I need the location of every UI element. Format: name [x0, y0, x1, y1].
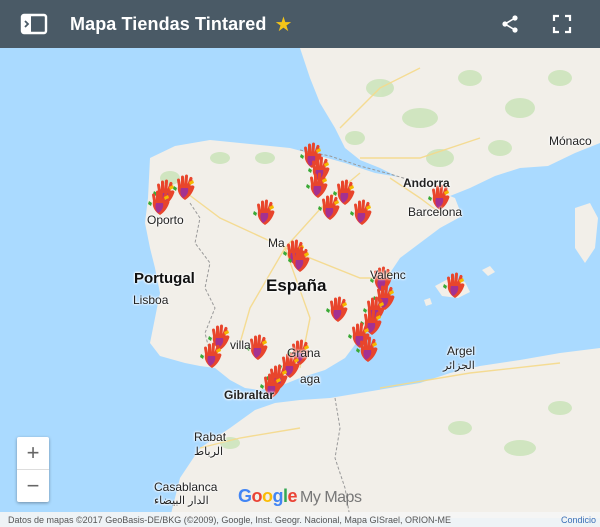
store-marker[interactable]: [324, 296, 352, 324]
label-andorra: Andorra: [403, 176, 450, 190]
label-malaga: aga: [300, 372, 321, 386]
attribution-text: Datos de mapas ©2017 GeoBasis-DE/BKG (©2…: [8, 514, 451, 525]
conditions-link[interactable]: Condicio: [561, 515, 596, 525]
store-marker[interactable]: [348, 199, 376, 227]
label-argel: Argel: [447, 344, 476, 358]
zoom-in-button[interactable]: +: [17, 437, 49, 469]
label-sevilla: villa: [230, 338, 251, 352]
star-icon[interactable]: ★: [275, 12, 293, 37]
label-portugal: Portugal: [134, 270, 195, 287]
zoom-control: + −: [17, 437, 49, 502]
label-rabat-ar: الرباط: [194, 446, 224, 458]
label-oporto: Oporto: [147, 213, 184, 227]
fullscreen-button[interactable]: [548, 10, 576, 38]
logo-letter: o: [251, 486, 263, 506]
share-button[interactable]: [496, 10, 524, 38]
map-canvas[interactable]: Mónaco Andorra Barcelona Oporto Portugal…: [0, 48, 600, 518]
sidebar-toggle-icon[interactable]: [20, 13, 48, 35]
label-espana: España: [266, 276, 327, 295]
label-lisboa: Lisboa: [133, 293, 169, 307]
logo-letter: o: [262, 486, 273, 506]
logo-letter: e: [287, 486, 298, 506]
label-granada: Grana: [287, 346, 321, 360]
store-marker[interactable]: [286, 246, 314, 274]
label-rabat: Rabat: [194, 430, 227, 444]
label-monaco: Mónaco: [549, 134, 592, 148]
fullscreen-icon: [552, 14, 572, 34]
label-casablanca: Casablanca: [154, 480, 218, 494]
store-marker[interactable]: [354, 336, 382, 364]
map-title: Mapa Tiendas Tintared: [70, 13, 267, 34]
google-mymaps-logo: Google My Maps: [238, 486, 362, 507]
store-marker[interactable]: [316, 194, 344, 222]
store-marker[interactable]: [441, 272, 469, 300]
label-argel-ar: الجزائر: [443, 360, 475, 372]
store-marker[interactable]: [198, 342, 226, 370]
label-valencia: Valenc: [370, 268, 406, 282]
logo-letter: g: [272, 486, 284, 506]
label-madrid: Ma: [268, 236, 285, 250]
label-gibraltar: Gibraltar: [224, 388, 275, 402]
store-marker[interactable]: [251, 199, 279, 227]
map-attribution: Datos de mapas ©2017 GeoBasis-DE/BKG (©2…: [0, 512, 600, 527]
zoom-out-button[interactable]: −: [17, 470, 49, 502]
store-marker[interactable]: [171, 174, 199, 202]
label-barcelona: Barcelona: [408, 205, 463, 219]
mymaps-text: My Maps: [300, 489, 362, 506]
map-header: Mapa Tiendas Tintared ★: [0, 0, 600, 48]
logo-letter: G: [238, 486, 252, 506]
share-icon: [502, 15, 518, 33]
label-casablanca-ar: الدار البيضاء: [154, 495, 209, 507]
